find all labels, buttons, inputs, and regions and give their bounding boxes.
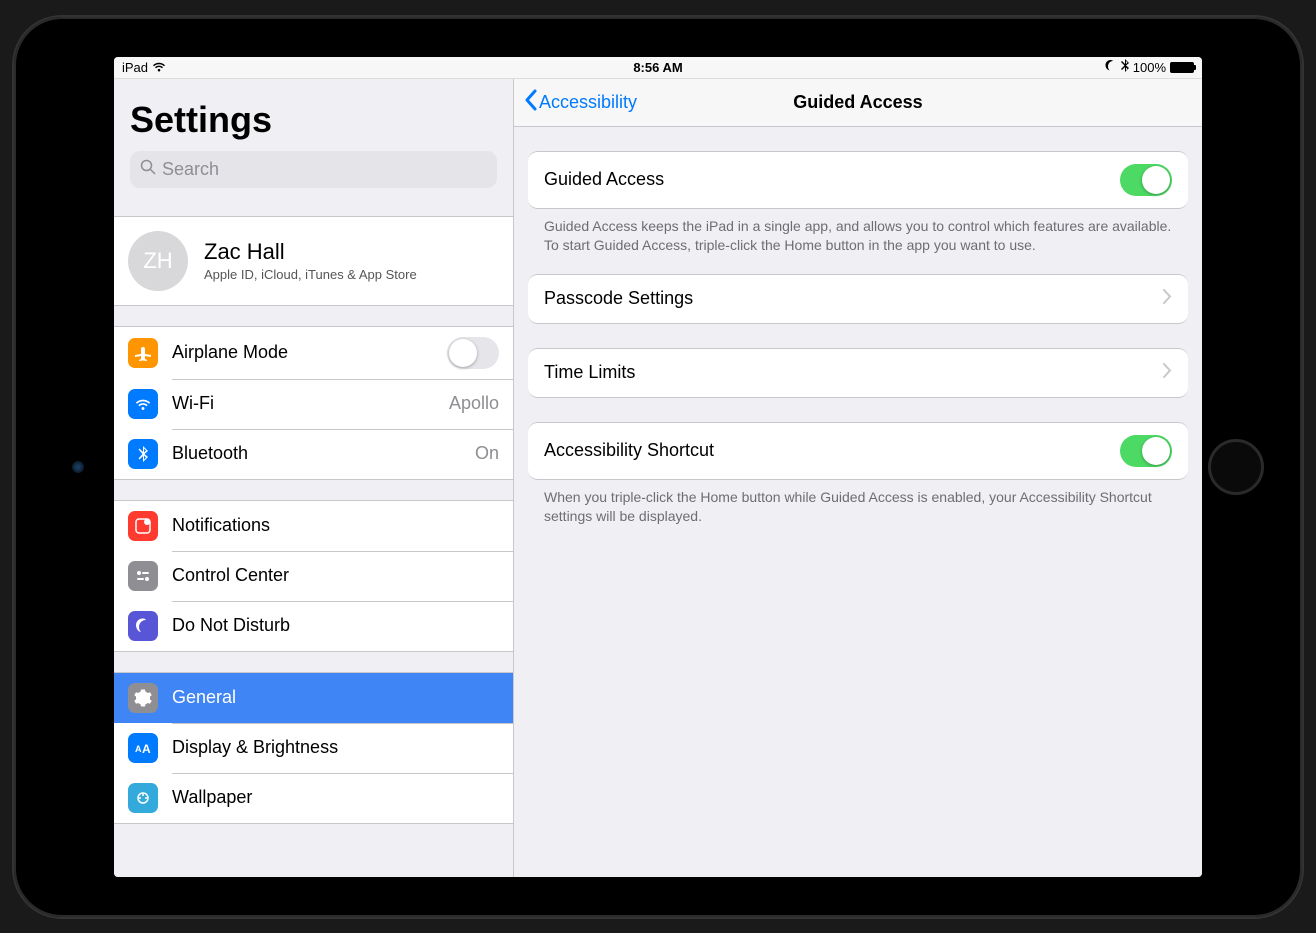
display-icon: AA	[128, 733, 158, 763]
search-placeholder: Search	[162, 159, 219, 180]
general-icon	[128, 683, 158, 713]
control-center-icon	[128, 561, 158, 591]
search-input[interactable]: Search	[130, 151, 497, 188]
row-label: General	[172, 687, 499, 708]
profile-sub: Apple ID, iCloud, iTunes & App Store	[204, 267, 417, 282]
row-guided-access[interactable]: Guided Access	[528, 152, 1188, 208]
wifi-value: Apollo	[449, 393, 499, 414]
home-button[interactable]	[1208, 439, 1264, 495]
notifications-icon	[128, 511, 158, 541]
row-label: Wi-Fi	[172, 393, 435, 414]
row-time-limits[interactable]: Time Limits	[528, 349, 1188, 397]
sidebar-item-general[interactable]: General	[114, 673, 513, 723]
wifi-icon	[152, 60, 166, 75]
wallpaper-icon	[128, 783, 158, 813]
nav-bar: Accessibility Guided Access	[514, 79, 1202, 127]
row-passcode-settings[interactable]: Passcode Settings	[528, 275, 1188, 323]
row-label: Airplane Mode	[172, 342, 433, 363]
screen: iPad 8:56 AM 100% Setting	[114, 57, 1202, 877]
device-label: iPad	[122, 60, 148, 75]
row-accessibility-shortcut[interactable]: Accessibility Shortcut	[528, 423, 1188, 479]
svg-text:A: A	[135, 744, 142, 754]
wifi-settings-icon	[128, 389, 158, 419]
row-label: Accessibility Shortcut	[544, 440, 1110, 461]
row-label: Do Not Disturb	[172, 615, 499, 636]
sidebar-item-bluetooth[interactable]: Bluetooth On	[114, 429, 513, 479]
sidebar: Settings Search ZH Zac Hall Apple ID, iC…	[114, 79, 514, 877]
svg-text:A: A	[142, 742, 151, 754]
dnd-settings-icon	[128, 611, 158, 641]
battery-percent: 100%	[1133, 60, 1166, 75]
back-button[interactable]: Accessibility	[524, 89, 637, 116]
airplane-toggle[interactable]	[447, 337, 499, 369]
sidebar-item-wallpaper[interactable]: Wallpaper	[114, 773, 513, 823]
detail-pane: Accessibility Guided Access Guided Acces…	[514, 79, 1202, 877]
row-label: Time Limits	[544, 362, 1153, 383]
sidebar-item-dnd[interactable]: Do Not Disturb	[114, 601, 513, 651]
page-title: Settings	[130, 99, 497, 141]
bluetooth-value: On	[475, 443, 499, 464]
battery-icon	[1170, 62, 1194, 73]
ipad-frame: iPad 8:56 AM 100% Setting	[14, 17, 1302, 917]
row-label: Control Center	[172, 565, 499, 586]
status-bar: iPad 8:56 AM 100%	[114, 57, 1202, 79]
guided-access-toggle[interactable]	[1120, 164, 1172, 196]
profile-name: Zac Hall	[204, 239, 417, 265]
back-label: Accessibility	[539, 92, 637, 113]
bluetooth-settings-icon	[128, 439, 158, 469]
guided-access-footer: Guided Access keeps the iPad in a single…	[514, 209, 1202, 274]
sidebar-item-profile[interactable]: ZH Zac Hall Apple ID, iCloud, iTunes & A…	[114, 217, 513, 305]
row-label: Wallpaper	[172, 787, 499, 808]
accessibility-shortcut-toggle[interactable]	[1120, 435, 1172, 467]
chevron-left-icon	[524, 89, 537, 116]
bluetooth-icon	[1121, 59, 1129, 75]
airplane-icon	[128, 338, 158, 368]
shortcut-footer: When you triple-click the Home button wh…	[514, 480, 1202, 545]
sidebar-item-airplane[interactable]: Airplane Mode	[114, 327, 513, 379]
row-label: Bluetooth	[172, 443, 461, 464]
sidebar-item-display[interactable]: AA Display & Brightness	[114, 723, 513, 773]
row-label: Display & Brightness	[172, 737, 499, 758]
row-label: Passcode Settings	[544, 288, 1153, 309]
sidebar-item-wifi[interactable]: Wi-Fi Apollo	[114, 379, 513, 429]
avatar: ZH	[128, 231, 188, 291]
sidebar-item-notifications[interactable]: Notifications	[114, 501, 513, 551]
sidebar-item-control-center[interactable]: Control Center	[114, 551, 513, 601]
search-icon	[140, 159, 156, 180]
row-label: Guided Access	[544, 169, 1110, 190]
chevron-right-icon	[1163, 288, 1172, 309]
front-camera	[72, 461, 84, 473]
chevron-right-icon	[1163, 362, 1172, 383]
dnd-icon	[1105, 60, 1117, 75]
row-label: Notifications	[172, 515, 499, 536]
status-time: 8:56 AM	[633, 60, 682, 75]
